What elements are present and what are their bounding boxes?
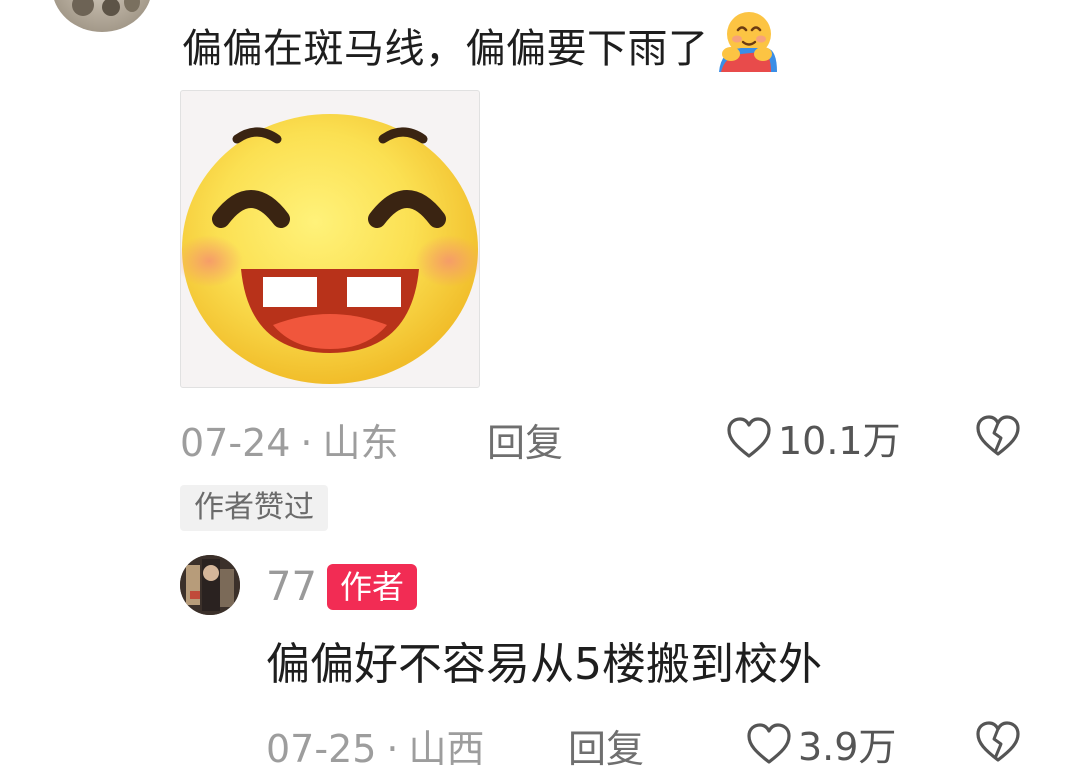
like-button[interactable]: 10.1万 <box>726 410 901 465</box>
comment-date: 07-24 <box>180 421 291 465</box>
reply-button[interactable]: 回复 <box>568 718 644 773</box>
like-button[interactable]: 3.9万 <box>746 716 896 771</box>
hugging-face-emoji-icon <box>713 8 779 74</box>
like-count: 3.9万 <box>798 725 897 769</box>
avatar[interactable] <box>52 0 152 32</box>
comment-text: 偏偏好不容易从5楼搬到校外 <box>266 639 822 690</box>
username[interactable]: 77 <box>266 562 317 612</box>
comment-text-content: 偏偏在斑马线，偏偏要下雨了 <box>182 26 709 72</box>
comment-location: 山东 <box>322 421 399 465</box>
like-count: 10.1万 <box>778 419 901 463</box>
separator: · <box>300 421 313 465</box>
reply-button[interactable]: 回复 <box>487 412 563 467</box>
heart-outline-icon <box>747 722 791 764</box>
comment-meta: 07-25 · 山西 <box>266 718 485 773</box>
broken-heart-icon <box>976 415 1020 456</box>
heart-outline-icon <box>727 416 771 458</box>
avatar[interactable] <box>180 555 240 615</box>
comment-text: 偏偏在斑马线，偏偏要下雨了 <box>182 8 779 78</box>
comment-meta: 07-24 · 山东 <box>180 412 399 467</box>
separator: · <box>386 727 399 771</box>
author-liked-badge: 作者赞过 <box>180 485 328 531</box>
broken-heart-icon <box>976 721 1020 762</box>
author-badge: 作者 <box>327 564 418 610</box>
dislike-button[interactable] <box>975 720 1021 768</box>
comment-location: 山西 <box>408 727 485 771</box>
grinning-emoji-sticker[interactable] <box>180 90 480 388</box>
comment-date: 07-25 <box>266 727 377 771</box>
dislike-button[interactable] <box>975 414 1021 462</box>
